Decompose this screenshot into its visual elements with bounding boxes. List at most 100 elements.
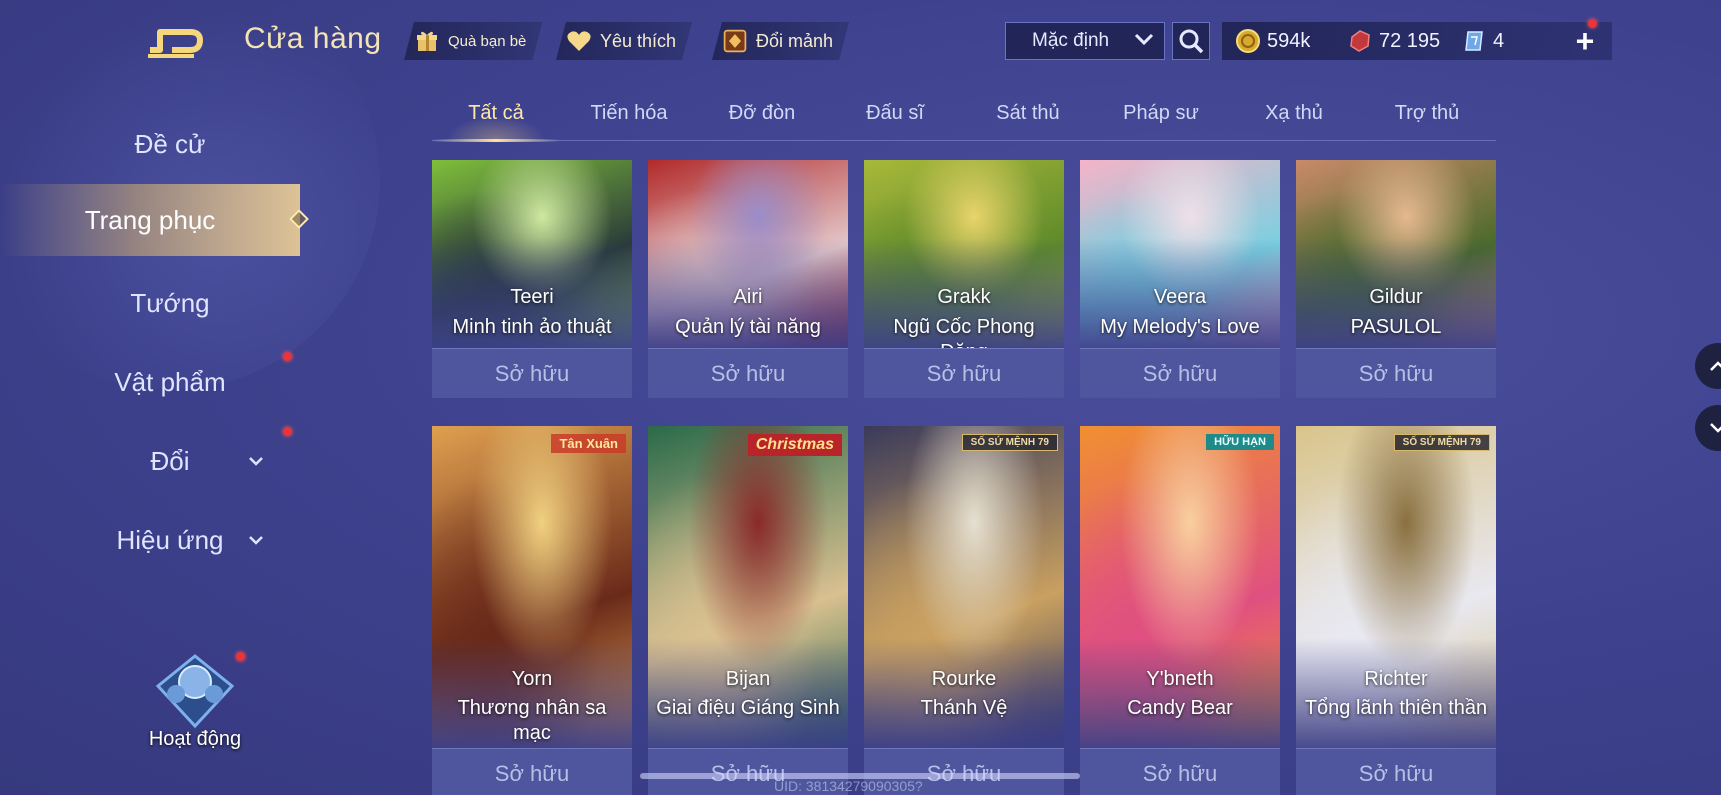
skin-badge: Christmas <box>747 434 842 456</box>
chevron-down-icon <box>1134 30 1154 52</box>
skin-name: My Melody's Love <box>1100 316 1260 338</box>
back-arrow-icon <box>148 29 203 58</box>
skin-name: Thương nhân sa mạc <box>457 697 607 744</box>
skin-name: Tổng lãnh thiên thần <box>1304 697 1488 719</box>
exchange-fragments-button[interactable]: Đổi mảnh <box>712 22 849 60</box>
currency-bar: 594k 72 195 4 <box>1222 22 1612 60</box>
gold-balance: 594k <box>1236 22 1310 60</box>
tab-tank[interactable]: Đỡ đòn <box>698 92 826 140</box>
chevron-down-icon <box>1710 423 1721 433</box>
skin-name: Quản lý tài năng <box>675 316 821 338</box>
sidebar: Đề cử Trang phục Tướng Vật phẩm Đổi Hiệu… <box>0 100 310 700</box>
heart-icon <box>566 28 592 54</box>
skin-card[interactable]: SỐ SỨ MỆNH 79 Richter Tổng lãnh thiên thần… <box>1296 426 1496 795</box>
sidebar-item-effects[interactable]: Hiệu ứng <box>40 504 300 576</box>
tab-support[interactable]: Trợ thủ <box>1363 92 1491 140</box>
skin-grid: Teeri Minh tinh ảo thuật Sở hữu Airi Quản lý… <box>432 160 1496 795</box>
skin-card[interactable]: Gildur PASULOL Sở hữu <box>1296 160 1496 398</box>
skin-card[interactable]: GrakkNgũ Cốc Phong ĐăngSở hữu <box>864 160 1064 398</box>
sidebar-item-label: Vật phẩm <box>114 367 226 397</box>
back-button[interactable] <box>146 20 210 60</box>
sidebar-item-exchange[interactable]: Đổi <box>40 425 300 497</box>
skin-card[interactable]: Airi Quản lý tài năng Sở hữu <box>648 160 848 398</box>
artwork-shade <box>1080 638 1280 748</box>
sidebar-item-items[interactable]: Vật phẩm <box>40 346 300 418</box>
page-title: Cửa hàng <box>244 22 382 55</box>
skin-badge: SỐ SỨ MỆNH 79 <box>1393 434 1490 451</box>
chevron-down-icon <box>248 504 264 576</box>
hero-name: Rourke <box>931 668 997 690</box>
red-gem-icon <box>1350 30 1370 52</box>
owned-status: Sở hữu <box>432 748 632 795</box>
friend-gift-label: Quà bạn bè <box>448 32 527 50</box>
friend-gift-button[interactable]: Quà bạn bè <box>404 22 542 60</box>
owned-status: Sở hữu <box>1080 748 1280 795</box>
owned-status: Sở hữu <box>1296 348 1496 398</box>
sidebar-item-skins[interactable]: Trang phục <box>0 184 300 256</box>
gift-icon <box>414 28 440 54</box>
skin-name: Candy Bear <box>1127 697 1233 719</box>
skin-card[interactable]: Veera My Melody's Love Sở hữu <box>1080 160 1280 398</box>
owned-status: Sở hữu <box>1296 748 1496 795</box>
voucher-amount: 72 195 <box>1379 29 1441 52</box>
notification-dot <box>283 427 292 436</box>
skin-card[interactable]: ChristmasBijanGiai điệu Giáng SinhSở hữu <box>648 426 848 795</box>
scroll-down-button[interactable] <box>1695 405 1721 451</box>
sidebar-item-label: Tướng <box>130 288 210 318</box>
sort-dropdown[interactable]: Mặc định <box>1005 22 1165 60</box>
activity-button[interactable]: Hoạt động <box>140 652 250 762</box>
exchange-fragments-label: Đổi mảnh <box>756 30 834 51</box>
sidebar-item-featured[interactable]: Đề cử <box>40 108 300 180</box>
fragment-box-icon <box>722 28 748 54</box>
skin-card[interactable]: HỮU HẠN Y'bneth Candy Bear Sở hữu <box>1080 426 1280 795</box>
skin-name: Thánh Vệ <box>920 697 1008 719</box>
skin-badge: SỐ SỨ MỆNH 79 <box>961 434 1058 451</box>
home-indicator <box>640 773 1080 779</box>
tab-mage[interactable]: Pháp sư <box>1097 92 1225 140</box>
sidebar-item-label: Trang phục <box>84 205 216 235</box>
search-icon <box>1179 29 1204 54</box>
search-button[interactable] <box>1172 22 1210 60</box>
tab-fighter[interactable]: Đấu sĩ <box>831 92 959 140</box>
owned-status: Sở hữu <box>1080 348 1280 398</box>
activity-label: Hoạt động <box>148 728 242 750</box>
uid-text: UID: 38134279090305? <box>774 778 923 794</box>
category-tabs: Tất cả Tiến hóa Đỡ đòn Đấu sĩ Sát thủ Ph… <box>432 92 1496 142</box>
sidebar-item-heroes[interactable]: Tướng <box>40 267 300 339</box>
hero-name: Grakk <box>937 286 991 308</box>
tab-assassin[interactable]: Sát thủ <box>964 92 1092 140</box>
notification-dot <box>283 352 292 361</box>
hero-name: Teeri <box>510 286 554 308</box>
voucher-balance: 72 195 <box>1348 22 1440 60</box>
notification-dot <box>236 652 245 661</box>
ticket-balance: 4 <box>1462 22 1504 60</box>
hero-name: Airi <box>733 286 763 308</box>
skin-card[interactable]: SỐ SỨ MỆNH 79RourkeThánh VệSở hữu <box>864 426 1064 795</box>
skin-card[interactable]: Tân Xuân Yorn Thương nhân sa mạc Sở hữu <box>432 426 632 795</box>
favorite-label: Yêu thích <box>600 30 677 51</box>
chevron-up-icon <box>1710 361 1721 371</box>
skin-badge: HỮU HẠN <box>1206 434 1274 450</box>
hero-name: Richter <box>1364 668 1428 690</box>
skin-name: PASULOL <box>1350 316 1442 338</box>
skin-card[interactable]: Teeri Minh tinh ảo thuật Sở hữu <box>432 160 632 398</box>
owned-status: Sở hữu <box>648 348 848 398</box>
tab-all[interactable]: Tất cả <box>432 92 560 142</box>
scroll-up-button[interactable] <box>1695 343 1721 389</box>
notification-dot <box>1588 19 1597 28</box>
sort-value: Mặc định <box>1032 30 1110 51</box>
hero-name: Bijan <box>725 668 771 690</box>
gold-amount: 594k <box>1267 29 1311 52</box>
sidebar-item-label: Đổi <box>150 446 190 476</box>
skin-name: Minh tinh ảo thuật <box>452 316 612 338</box>
artwork-shade <box>1296 638 1496 748</box>
favorite-button[interactable]: Yêu thích <box>556 22 692 60</box>
tab-evolution[interactable]: Tiến hóa <box>565 92 693 140</box>
artwork-shade <box>864 638 1064 748</box>
hero-name: Gildur <box>1369 286 1423 308</box>
tab-marksman[interactable]: Xạ thủ <box>1230 92 1358 140</box>
ticket-amount: 4 <box>1493 29 1505 52</box>
add-currency-button[interactable]: + <box>1566 22 1604 60</box>
top-bar: Cửa hàng Quà bạn bè Yêu thích Đổi mảnh M… <box>0 0 1721 84</box>
activity-icon <box>155 654 235 729</box>
